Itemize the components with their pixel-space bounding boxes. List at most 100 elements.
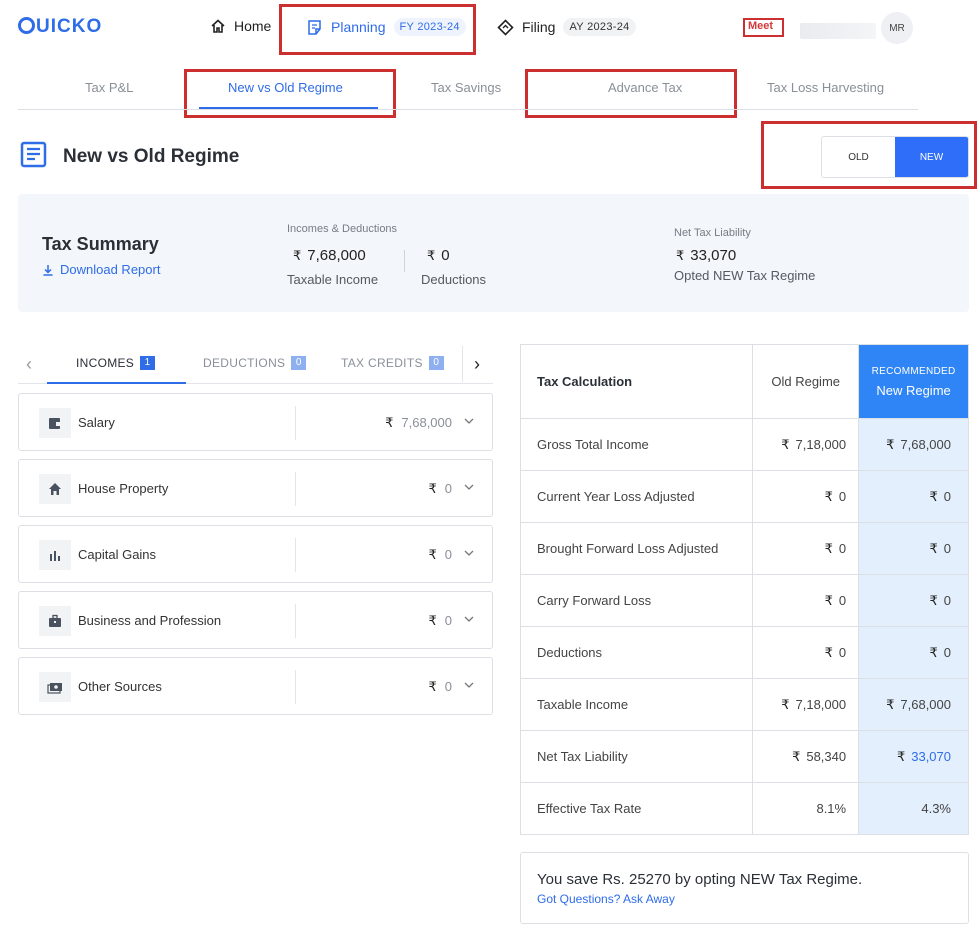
net-tax-liability-value: ₹33,070 [676,247,736,264]
card-divider [295,406,296,440]
income-card-other-sources[interactable]: Other Sources ₹0 [18,657,493,715]
deductions-value: ₹0 [427,247,450,264]
table-row: Brought Forward Loss Adjusted ₹0 ₹0 [519,522,969,575]
income-amount-value: 0 [444,679,452,694]
taxable-income-value: ₹7,68,000 [293,247,366,264]
tab-deductions[interactable]: DEDUCTIONS 0 [203,356,307,370]
rupee-icon: ₹ [781,436,790,452]
table-row: Current Year Loss Adjusted ₹0 ₹0 [519,470,969,523]
row-label: Taxable Income [519,678,754,731]
chevron-down-icon[interactable] [464,416,474,426]
avatar-initials: MR [889,22,905,34]
income-card-salary[interactable]: Salary ₹7,68,000 [18,393,493,451]
rupee-icon: ₹ [929,540,938,556]
filing-year-badge: AY 2023-24 [563,18,636,36]
tax-summary-panel: Tax Summary Download Report Incomes & De… [18,194,969,312]
toggle-old-button[interactable]: OLD [822,137,895,177]
income-name: Salary [78,415,115,430]
nav-home[interactable]: Home [210,18,271,34]
table-header-row: Tax Calculation Old Regime RECOMMENDED N… [519,344,969,419]
chevron-down-icon[interactable] [464,548,474,558]
new-regime-cell: ₹0 [858,470,969,523]
new-regime-value: 4.3% [921,801,951,816]
income-name: House Property [78,481,169,496]
savings-message: You save Rs. 25270 by opting NEW Tax Reg… [537,871,863,888]
income-card-business-profession[interactable]: Business and Profession ₹0 [18,591,493,649]
old-regime-value: 7,18,000 [795,436,847,452]
new-regime-cell: ₹7,68,000 [858,418,969,471]
tax-calculation-table: Tax Calculation Old Regime RECOMMENDED N… [519,344,969,835]
income-amount-value: 0 [444,547,452,562]
income-amount: ₹0 [428,613,452,629]
tab-incomes[interactable]: INCOMES 1 [76,356,156,370]
row-label: Carry Forward Loss [519,574,754,627]
chevron-down-icon[interactable] [464,680,474,690]
card-divider [295,604,296,638]
chevron-left-icon[interactable]: ‹ [26,354,32,375]
table-row: Effective Tax Rate 8.1% 4.3% [519,782,969,835]
new-regime-value: 0 [943,644,951,660]
chevron-down-icon[interactable] [464,614,474,624]
nav-home-label: Home [234,18,272,34]
rupee-icon: ₹ [792,748,801,764]
ask-questions-link[interactable]: Got Questions? Ask Away [537,892,675,906]
rupee-icon: ₹ [896,748,906,764]
avatar[interactable]: MR [881,12,913,44]
taxable-income-label: Taxable Income [287,272,379,287]
income-name: Other Sources [78,679,162,694]
new-regime-cell[interactable]: ₹33,070 [858,730,969,783]
income-amount: ₹0 [428,679,452,695]
meet-button[interactable]: Meet [748,20,773,32]
tab-new-vs-old-regime[interactable]: New vs Old Regime [228,80,343,95]
nav-filing[interactable]: Filing AY 2023-24 [497,18,636,36]
tab-tax-credits[interactable]: TAX CREDITS 0 [341,356,444,370]
rupee-icon: ₹ [824,592,833,608]
chevron-down-icon[interactable] [464,482,474,492]
rupee-icon: ₹ [886,436,895,452]
table-row: Carry Forward Loss ₹0 ₹0 [519,574,969,627]
rupee-icon: ₹ [676,248,685,263]
old-regime-value: 7,18,000 [795,696,847,712]
user-name-redacted [800,23,876,39]
tab-tax-pnl[interactable]: Tax P&L [85,80,133,95]
income-tabs: ‹ INCOMES 1 DEDUCTIONS 0 TAX CREDITS 0 › [18,344,493,384]
rupee-icon: ₹ [929,488,938,504]
top-header: UICKO Home Planning FY 2023-24 Filing AY… [0,0,979,56]
old-regime-value: 58,340 [806,748,847,764]
recommended-badge: RECOMMENDED [871,365,956,377]
table-row: Deductions ₹0 ₹0 [519,626,969,679]
income-tab-underline [47,382,186,384]
rupee-icon: ₹ [929,644,938,660]
income-card-capital-gains[interactable]: Capital Gains ₹0 [18,525,493,583]
download-report-link[interactable]: Download Report [42,262,160,277]
row-label: Brought Forward Loss Adjusted [519,522,754,575]
income-card-house-property[interactable]: House Property ₹0 [18,459,493,517]
rupee-icon: ₹ [428,613,437,628]
download-icon [43,264,53,276]
rupee-icon: ₹ [929,592,938,608]
toggle-new-button[interactable]: NEW [895,137,968,177]
planning-year-badge: FY 2023-24 [393,18,466,36]
toggle-new-label: NEW [919,151,944,163]
incomes-deductions-label: Incomes & Deductions [287,223,398,235]
net-tax-liability-link[interactable]: 33,070 [911,749,951,764]
net-tax-liability-label: Net Tax Liability [674,227,751,239]
old-regime-cell: ₹58,340 [752,730,860,783]
income-amount-value: 0 [444,481,452,496]
rupee-icon: ₹ [824,644,833,660]
tab-advance-tax[interactable]: Advance Tax [608,80,682,95]
rupee-icon: ₹ [781,696,790,712]
tab-tax-savings[interactable]: Tax Savings [431,80,501,95]
active-tab-underline [199,107,378,109]
income-name: Business and Profession [78,613,222,628]
tab-tax-loss-harvesting[interactable]: Tax Loss Harvesting [767,80,884,95]
quicko-logo[interactable]: UICKO [18,16,102,38]
new-regime-label: New Regime [876,382,951,398]
card-divider [295,472,296,506]
column-header-tax-calculation: Tax Calculation [519,344,754,419]
row-label: Net Tax Liability [519,730,754,783]
income-amount: ₹0 [428,481,452,497]
table-row: Taxable Income ₹7,18,000 ₹7,68,000 [519,678,969,731]
chevron-right-icon[interactable]: › [474,354,480,375]
nav-planning[interactable]: Planning FY 2023-24 [306,18,466,36]
